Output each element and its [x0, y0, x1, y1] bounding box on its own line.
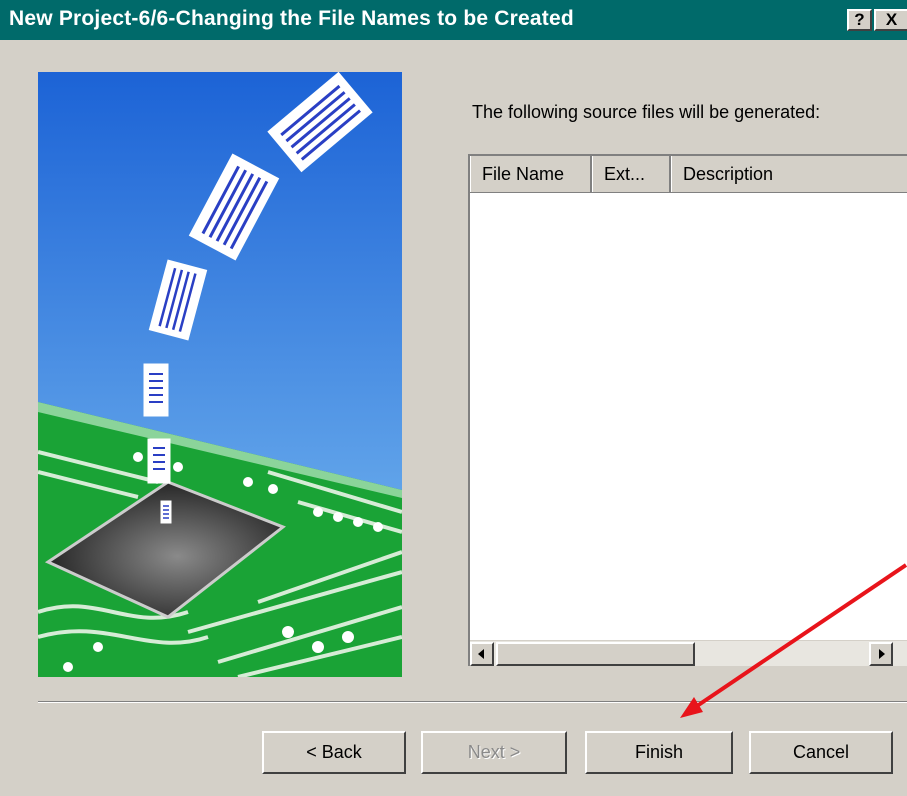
column-header-description[interactable]: Description	[671, 156, 907, 192]
finish-button[interactable]: Finish	[585, 731, 733, 774]
title-bar: New Project-6/6-Changing the File Names …	[0, 0, 907, 40]
help-button[interactable]: ?	[847, 9, 872, 31]
scroll-right-button[interactable]	[869, 642, 893, 666]
horizontal-scrollbar[interactable]	[470, 640, 907, 666]
arrow-right-icon	[879, 649, 885, 659]
arrow-left-icon	[478, 649, 484, 659]
source-files-list[interactable]: File Name Ext... Description	[468, 154, 907, 666]
back-button[interactable]: < Back	[262, 731, 406, 774]
window-title: New Project-6/6-Changing the File Names …	[9, 7, 574, 30]
scroll-left-button[interactable]	[470, 642, 494, 666]
separator-line	[38, 701, 907, 703]
column-header-ext[interactable]: Ext...	[592, 156, 671, 192]
cancel-button[interactable]: Cancel	[749, 731, 893, 774]
next-button[interactable]: Next >	[421, 731, 567, 774]
scroll-thumb[interactable]	[496, 642, 695, 666]
wizard-illustration	[37, 71, 403, 679]
column-header-file-name[interactable]: File Name	[470, 156, 592, 192]
circuit-board-image	[37, 71, 403, 679]
list-header: File Name Ext... Description	[470, 156, 907, 193]
instruction-label: The following source files will be gener…	[472, 102, 821, 122]
close-button[interactable]: X	[874, 9, 907, 31]
